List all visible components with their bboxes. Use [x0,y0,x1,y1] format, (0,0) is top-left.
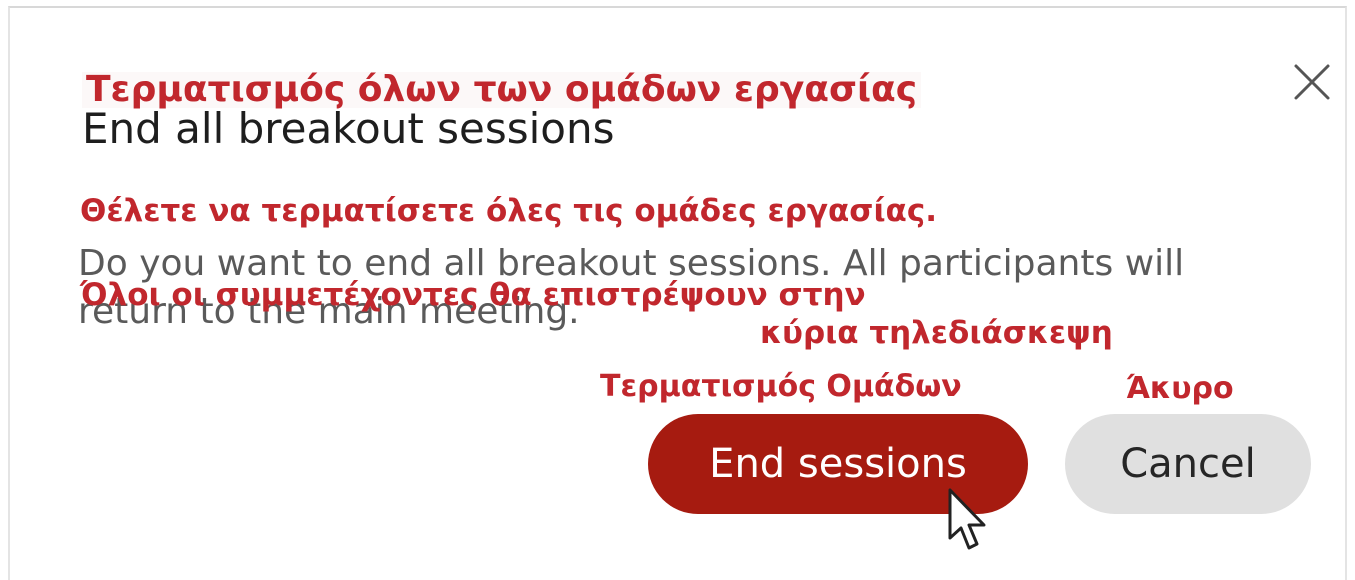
title-translation-annotation: Τερματισμός όλων των ομάδων εργασίας [82,72,922,108]
cancel-button-label: Cancel [1120,441,1256,487]
cancel-button[interactable]: Cancel [1065,414,1311,514]
message-translation-line3: κύρια τηλεδιάσκεψη [760,315,1113,351]
message-translation-line2: Όλοι οι συμμετέχοντες θα επιστρέψουν στη… [80,277,866,313]
dialog-title: End all breakout sessions [82,104,615,153]
end-sessions-button-label: End sessions [709,441,967,487]
close-icon [1294,64,1330,100]
close-button[interactable] [1290,60,1334,104]
cancel-button-translation: Άκυρο [1126,371,1234,406]
mouse-pointer-icon [948,488,986,550]
end-button-translation: Τερματισμός Ομάδων [600,369,962,404]
message-translation-line1: Θέλετε να τερματίσετε όλες τις ομάδες ερ… [80,193,937,229]
